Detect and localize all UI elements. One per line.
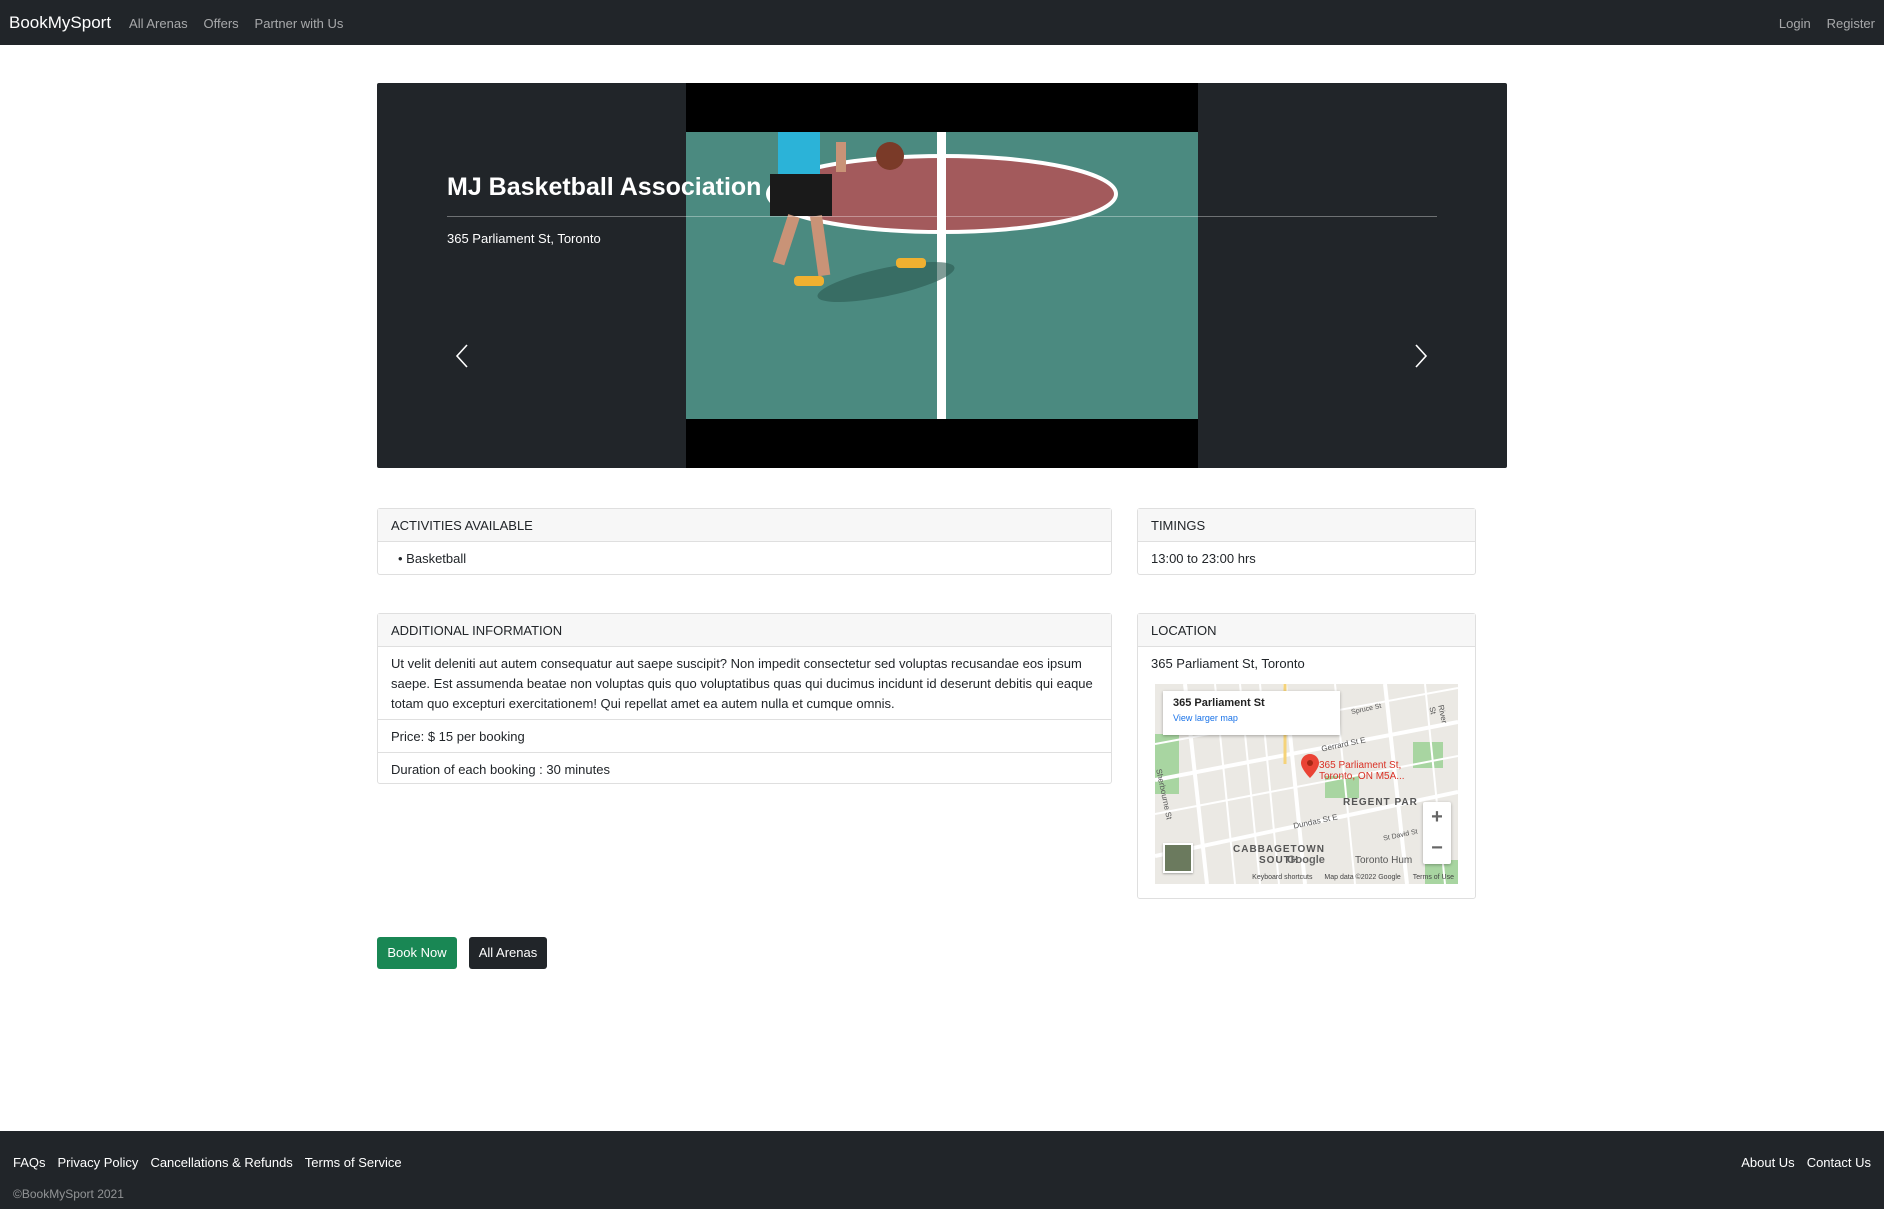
arena-description: Ut velit deleniti aut autem consequatur … xyxy=(391,656,1093,711)
footer-right-links: About Us Contact Us xyxy=(1729,1155,1871,1170)
carousel-prev-button[interactable] xyxy=(450,341,474,371)
activity-name: Basketball xyxy=(406,551,467,566)
footer-link-contact[interactable]: Contact Us xyxy=(1807,1155,1871,1170)
chevron-right-icon xyxy=(1415,344,1428,368)
activities-card: ACTIVITIES AVAILABLE • Basketball xyxy=(377,508,1112,575)
nav-link-register[interactable]: Register xyxy=(1827,16,1875,31)
map-zoom-control: + − xyxy=(1423,802,1451,864)
duration-info: Duration of each booking : 30 minutes xyxy=(378,752,1111,785)
price-info: Price: $ 15 per booking xyxy=(378,719,1111,752)
map-footer: Keyboard shortcuts Map data ©2022 Google… xyxy=(1155,871,1458,884)
footer-links: FAQs Privacy Policy Cancellations & Refu… xyxy=(13,1155,414,1170)
zoom-out-button[interactable]: − xyxy=(1423,833,1451,864)
map-info-title: 365 Parliament St xyxy=(1173,697,1265,709)
location-header: LOCATION xyxy=(1138,614,1475,647)
nav-link-login[interactable]: Login xyxy=(1779,16,1811,31)
activities-header: ACTIVITIES AVAILABLE xyxy=(378,509,1111,542)
timings-header: TIMINGS xyxy=(1138,509,1475,542)
timings-value: 13:00 to 23:00 hrs xyxy=(1151,551,1256,566)
satellite-toggle[interactable] xyxy=(1163,843,1193,873)
map-pin-icon[interactable] xyxy=(1301,754,1319,778)
zoom-in-button[interactable]: + xyxy=(1423,802,1451,833)
navbar: BookMySport All Arenas Offers Partner wi… xyxy=(0,0,1884,45)
location-card: LOCATION 365 Parliament St, Toronto 365 … xyxy=(1137,613,1476,899)
nav-link-partner[interactable]: Partner with Us xyxy=(255,16,344,31)
nav-links: All Arenas Offers Partner with Us xyxy=(129,15,355,31)
brand-logo[interactable]: BookMySport xyxy=(9,13,111,33)
location-map[interactable]: 365 Parliament St View larger map 365 Pa… xyxy=(1155,684,1458,884)
footer-link-refunds[interactable]: Cancellations & Refunds xyxy=(150,1155,292,1170)
footer-link-terms[interactable]: Terms of Service xyxy=(305,1155,402,1170)
google-logo: Google xyxy=(1287,854,1325,866)
nav-link-offers[interactable]: Offers xyxy=(203,16,238,31)
map-info-window: 365 Parliament St View larger map xyxy=(1163,691,1340,735)
arena-address: 365 Parliament St, Toronto xyxy=(447,231,601,246)
list-item: • Basketball xyxy=(398,551,467,566)
footer: FAQs Privacy Policy Cancellations & Refu… xyxy=(0,1131,1884,1209)
map-area-label: Toronto Hum xyxy=(1355,855,1413,866)
nav-link-all-arenas[interactable]: All Arenas xyxy=(129,16,188,31)
footer-link-privacy[interactable]: Privacy Policy xyxy=(58,1155,139,1170)
map-data-credit: Map data ©2022 Google xyxy=(1324,874,1401,881)
view-larger-map-link[interactable]: View larger map xyxy=(1173,713,1330,723)
map-terms-link[interactable]: Terms of Use xyxy=(1413,874,1454,881)
additional-info-card: ADDITIONAL INFORMATION Ut velit deleniti… xyxy=(377,613,1112,784)
footer-link-faqs[interactable]: FAQs xyxy=(13,1155,46,1170)
map-area-label: REGENT PAR xyxy=(1343,797,1418,808)
copyright: ©BookMySport 2021 xyxy=(13,1187,124,1201)
map-street-label: River St xyxy=(1427,704,1449,725)
location-address: 365 Parliament St, Toronto xyxy=(1151,656,1305,671)
all-arenas-button[interactable]: All Arenas xyxy=(469,937,547,969)
carousel-next-button[interactable] xyxy=(1409,341,1433,371)
carousel-caption: MJ Basketball Association 365 Parliament… xyxy=(447,173,1437,246)
carousel-slide xyxy=(686,83,1198,468)
arena-title: MJ Basketball Association xyxy=(447,173,1437,217)
book-now-button[interactable]: Book Now xyxy=(377,937,457,969)
additional-info-header: ADDITIONAL INFORMATION xyxy=(378,614,1111,647)
nav-auth-links: Login Register xyxy=(1767,15,1875,31)
chevron-left-icon xyxy=(455,344,468,368)
footer-link-about[interactable]: About Us xyxy=(1741,1155,1794,1170)
keyboard-shortcuts-link[interactable]: Keyboard shortcuts xyxy=(1252,874,1312,881)
timings-card: TIMINGS 13:00 to 23:00 hrs xyxy=(1137,508,1476,575)
map-pin-label: 365 Parliament St, Toronto, ON M5A... xyxy=(1319,760,1405,782)
arena-carousel: MJ Basketball Association 365 Parliament… xyxy=(377,83,1507,468)
